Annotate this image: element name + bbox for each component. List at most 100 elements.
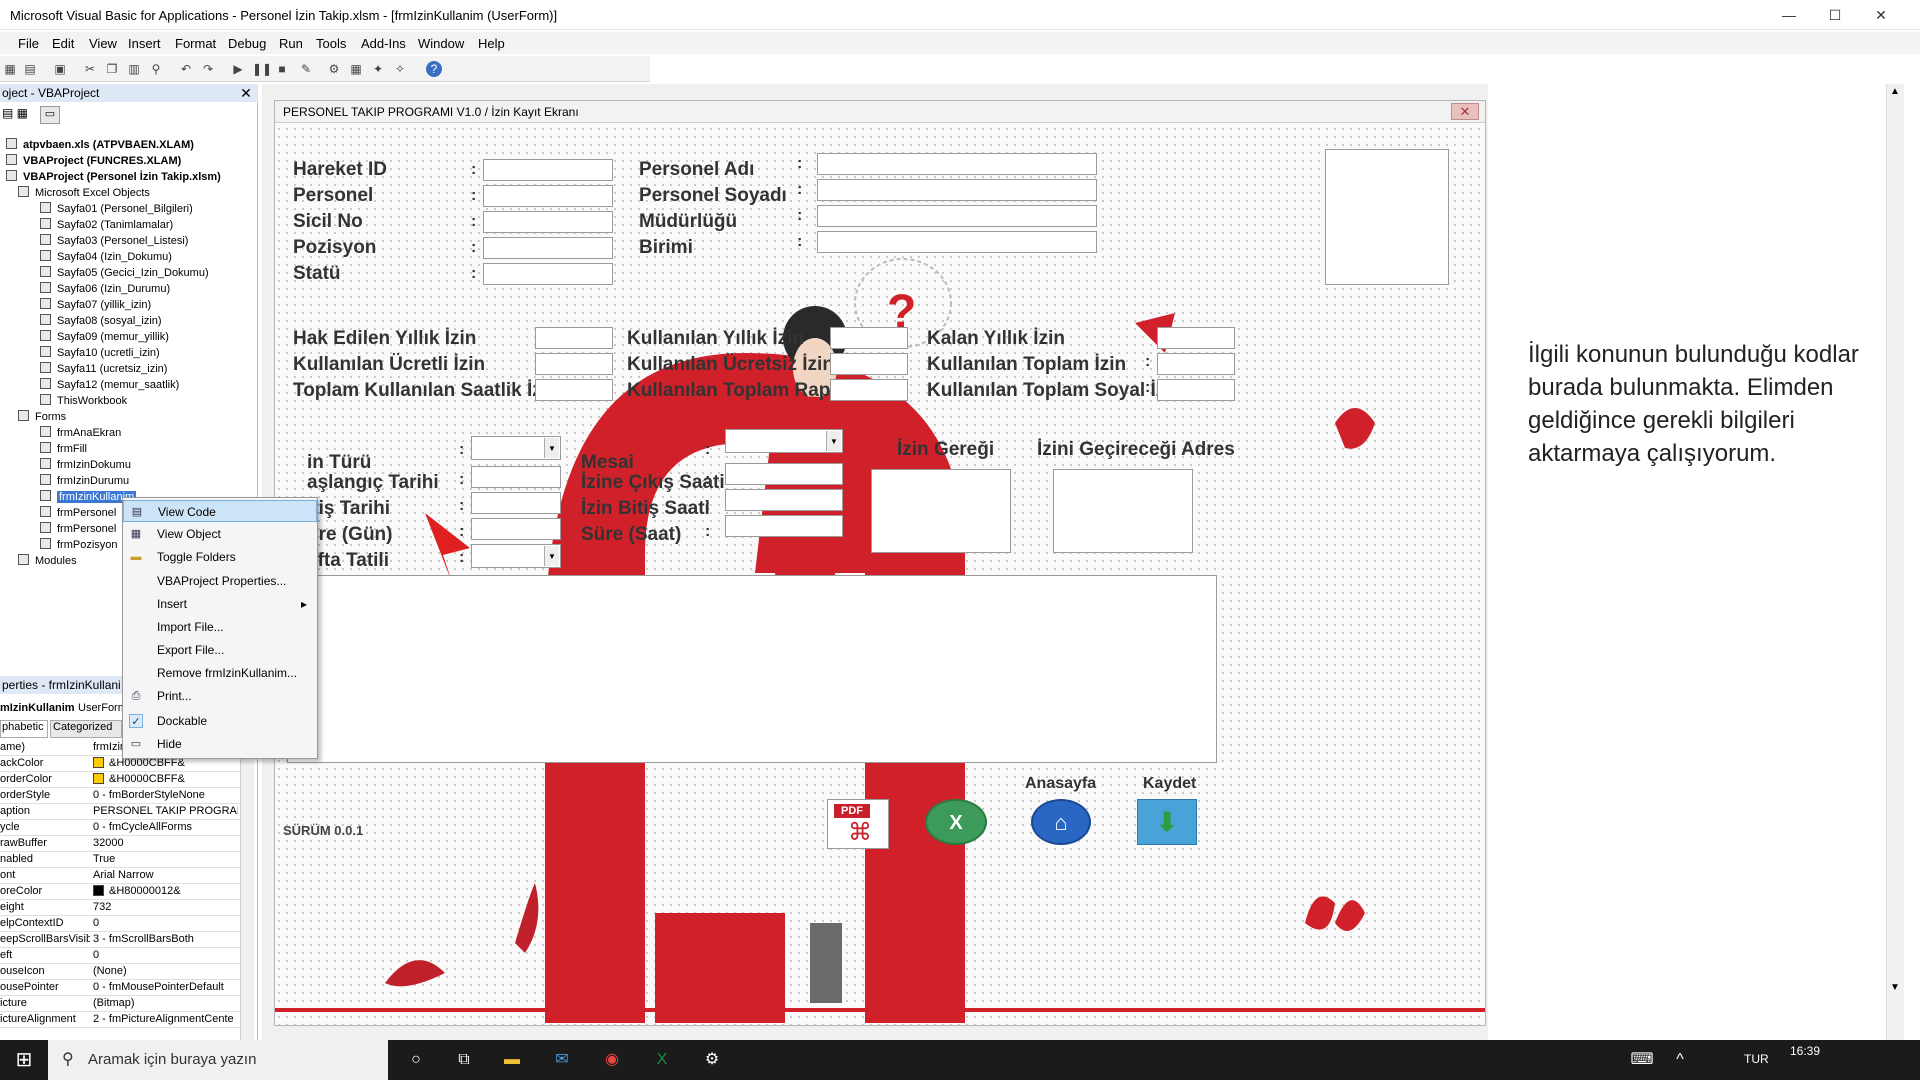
properties-scrollbar[interactable]: [240, 740, 254, 1040]
userform-designer[interactable]: PERSONEL TAKIP PROGRAMI V1.0 / İzin Kayı…: [274, 100, 1486, 1026]
izin-bitis-saati-input[interactable]: [725, 489, 843, 511]
property-value[interactable]: &H0000CBFF&: [93, 773, 238, 785]
tree-item[interactable]: Sayfa08 (sosyal_izin): [40, 314, 162, 327]
menu-run[interactable]: Run: [279, 36, 303, 51]
menu-item-print[interactable]: ⎙ Print...: [123, 685, 317, 707]
tree-item[interactable]: frmPersonel: [40, 506, 116, 519]
menu-item-dockable[interactable]: ✓ Dockable: [123, 710, 317, 732]
property-value[interactable]: 732: [93, 901, 238, 913]
property-row[interactable]: eepScrollBarsVisible3 - fmScrollBarsBoth: [0, 932, 240, 948]
home-button[interactable]: ⌂: [1031, 799, 1091, 845]
menu-window[interactable]: Window: [418, 36, 464, 51]
tree-item[interactable]: Forms: [18, 410, 66, 423]
menu-item-insert[interactable]: Insert ▸: [123, 593, 317, 615]
kullanilan-sosyal-izin-input[interactable]: [1157, 379, 1235, 401]
property-row[interactable]: aption PERSONEL TAKIP PROGRAM: [0, 804, 240, 820]
maximize-icon[interactable]: ☐: [1812, 0, 1858, 30]
property-value[interactable]: 3 - fmScrollBarsBoth: [93, 933, 238, 945]
property-value[interactable]: 32000: [93, 837, 238, 849]
baslangic-tarihi-input[interactable]: [471, 466, 561, 488]
tree-item[interactable]: Sayfa09 (memur_yillik): [40, 330, 169, 343]
menu-view[interactable]: View: [89, 36, 117, 51]
property-row[interactable]: orderStyle 0 - fmBorderStyleNone: [0, 788, 240, 804]
menu-item-view-object[interactable]: ▦ View Object: [123, 523, 317, 545]
undo-icon[interactable]: ↶: [178, 61, 194, 77]
sicil-no-input[interactable]: [483, 211, 613, 233]
excel-export-button[interactable]: X: [925, 799, 987, 845]
personel-soyadi-input[interactable]: [817, 179, 1097, 201]
tree-item[interactable]: VBAProject (FUNCRES.XLAM): [6, 154, 181, 167]
tree-item[interactable]: Sayfa03 (Personel_Listesi): [40, 234, 188, 247]
property-row[interactable]: orderColor &H0000CBFF&: [0, 772, 240, 788]
kullanilan-toplam-rapor-input[interactable]: [830, 379, 908, 401]
tree-item[interactable]: Sayfa02 (Tanimlamalar): [40, 218, 173, 231]
menu-format[interactable]: Format: [175, 36, 216, 51]
cut-icon[interactable]: ✂: [82, 61, 98, 77]
tree-item[interactable]: frmPersonel: [40, 522, 116, 535]
property-value[interactable]: 0 - fmBorderStyleNone: [93, 789, 238, 801]
pdf-button[interactable]: PDF ⌘: [827, 799, 889, 849]
task-view-icon[interactable]: ⧉: [452, 1048, 476, 1072]
excel-taskbar-icon[interactable]: X: [650, 1048, 674, 1072]
kullanilan-toplam-izin-input[interactable]: [1157, 353, 1235, 375]
input-language[interactable]: TUR: [1744, 1052, 1769, 1066]
property-value[interactable]: True: [93, 853, 238, 865]
close-icon[interactable]: ✕: [238, 85, 254, 101]
property-value[interactable]: (None): [93, 965, 238, 977]
tab-categorized[interactable]: Categorized: [50, 720, 122, 738]
property-row[interactable]: eight 732: [0, 900, 240, 916]
hafta-tatili-combobox[interactable]: ▼: [471, 544, 561, 568]
chevron-down-icon[interactable]: ▼: [826, 431, 841, 451]
tree-item[interactable]: frmIzinDokumu: [40, 458, 131, 471]
tree-item[interactable]: atpvbaen.xls (ATPVBAEN.XLAM): [6, 138, 194, 151]
property-row[interactable]: ouseIcon (None): [0, 964, 240, 980]
reset-icon[interactable]: ■: [274, 61, 290, 77]
property-row[interactable]: ont Arial Narrow: [0, 868, 240, 884]
menu-debug[interactable]: Debug: [228, 36, 266, 51]
property-value[interactable]: 0 - fmMousePointerDefault: [93, 981, 238, 993]
tray-chevron-icon[interactable]: ^: [1668, 1048, 1692, 1072]
property-value[interactable]: Arial Narrow: [93, 869, 238, 881]
userform-close-icon[interactable]: ✕: [1451, 103, 1479, 120]
windows-start-icon[interactable]: ⊞: [12, 1048, 36, 1072]
property-row[interactable]: eft 0: [0, 948, 240, 964]
property-value[interactable]: 0 - fmCycleAllForms: [93, 821, 238, 833]
save-icon[interactable]: ▣: [52, 61, 68, 77]
property-value[interactable]: 0: [93, 917, 238, 929]
clock[interactable]: 16:39: [1790, 1044, 1820, 1058]
close-icon[interactable]: ✕: [1858, 0, 1904, 30]
property-row[interactable]: nabled True: [0, 852, 240, 868]
mesai-combobox[interactable]: ▼: [725, 429, 843, 453]
property-row[interactable]: rawBuffer 32000: [0, 836, 240, 852]
chevron-down-icon[interactable]: ▼: [544, 438, 559, 458]
property-value[interactable]: (Bitmap): [93, 997, 238, 1009]
tree-item[interactable]: Sayfa06 (Izin_Durumu): [40, 282, 170, 295]
menu-file[interactable]: File: [18, 36, 39, 51]
kullanilan-yillik-izin-input[interactable]: [830, 327, 908, 349]
menu-item-hide[interactable]: ▭ Hide: [123, 733, 317, 755]
menu-addins[interactable]: Add-Ins: [361, 36, 406, 51]
property-row[interactable]: icture (Bitmap): [0, 996, 240, 1012]
property-row[interactable]: ousePointer 0 - fmMousePointerDefault: [0, 980, 240, 996]
menu-item-import-file[interactable]: Import File...: [123, 616, 317, 638]
menu-edit[interactable]: Edit: [52, 36, 74, 51]
izin-geregi-textbox[interactable]: [871, 469, 1011, 553]
bitis-tarihi-input[interactable]: [471, 492, 561, 514]
property-row[interactable]: ictureAlignment 2 - fmPictureAlignmentCen…: [0, 1012, 240, 1028]
personel-adi-input[interactable]: [817, 153, 1097, 175]
hak-edilen-yillik-izin-input[interactable]: [535, 327, 613, 349]
vba-taskbar-icon[interactable]: ⚙: [700, 1048, 724, 1072]
paste-icon[interactable]: ▥: [126, 61, 142, 77]
help-icon[interactable]: ?: [426, 61, 442, 77]
scroll-down-icon[interactable]: ▼: [1890, 982, 1900, 993]
menu-help[interactable]: Help: [478, 36, 505, 51]
toggle-folders-icon[interactable]: ▭: [40, 106, 60, 124]
menu-item-project-properties[interactable]: VBAProject Properties...: [123, 570, 317, 592]
tree-item[interactable]: VBAProject (Personel İzin Takip.xlsm): [6, 170, 221, 183]
birimi-input[interactable]: [817, 231, 1097, 253]
insert-userform-icon[interactable]: ▤: [22, 61, 38, 77]
sure-saat-input[interactable]: [725, 515, 843, 537]
property-row[interactable]: oreColor &H80000012&: [0, 884, 240, 900]
sure-gun-input[interactable]: [471, 518, 561, 540]
pozisyon-input[interactable]: [483, 237, 613, 259]
